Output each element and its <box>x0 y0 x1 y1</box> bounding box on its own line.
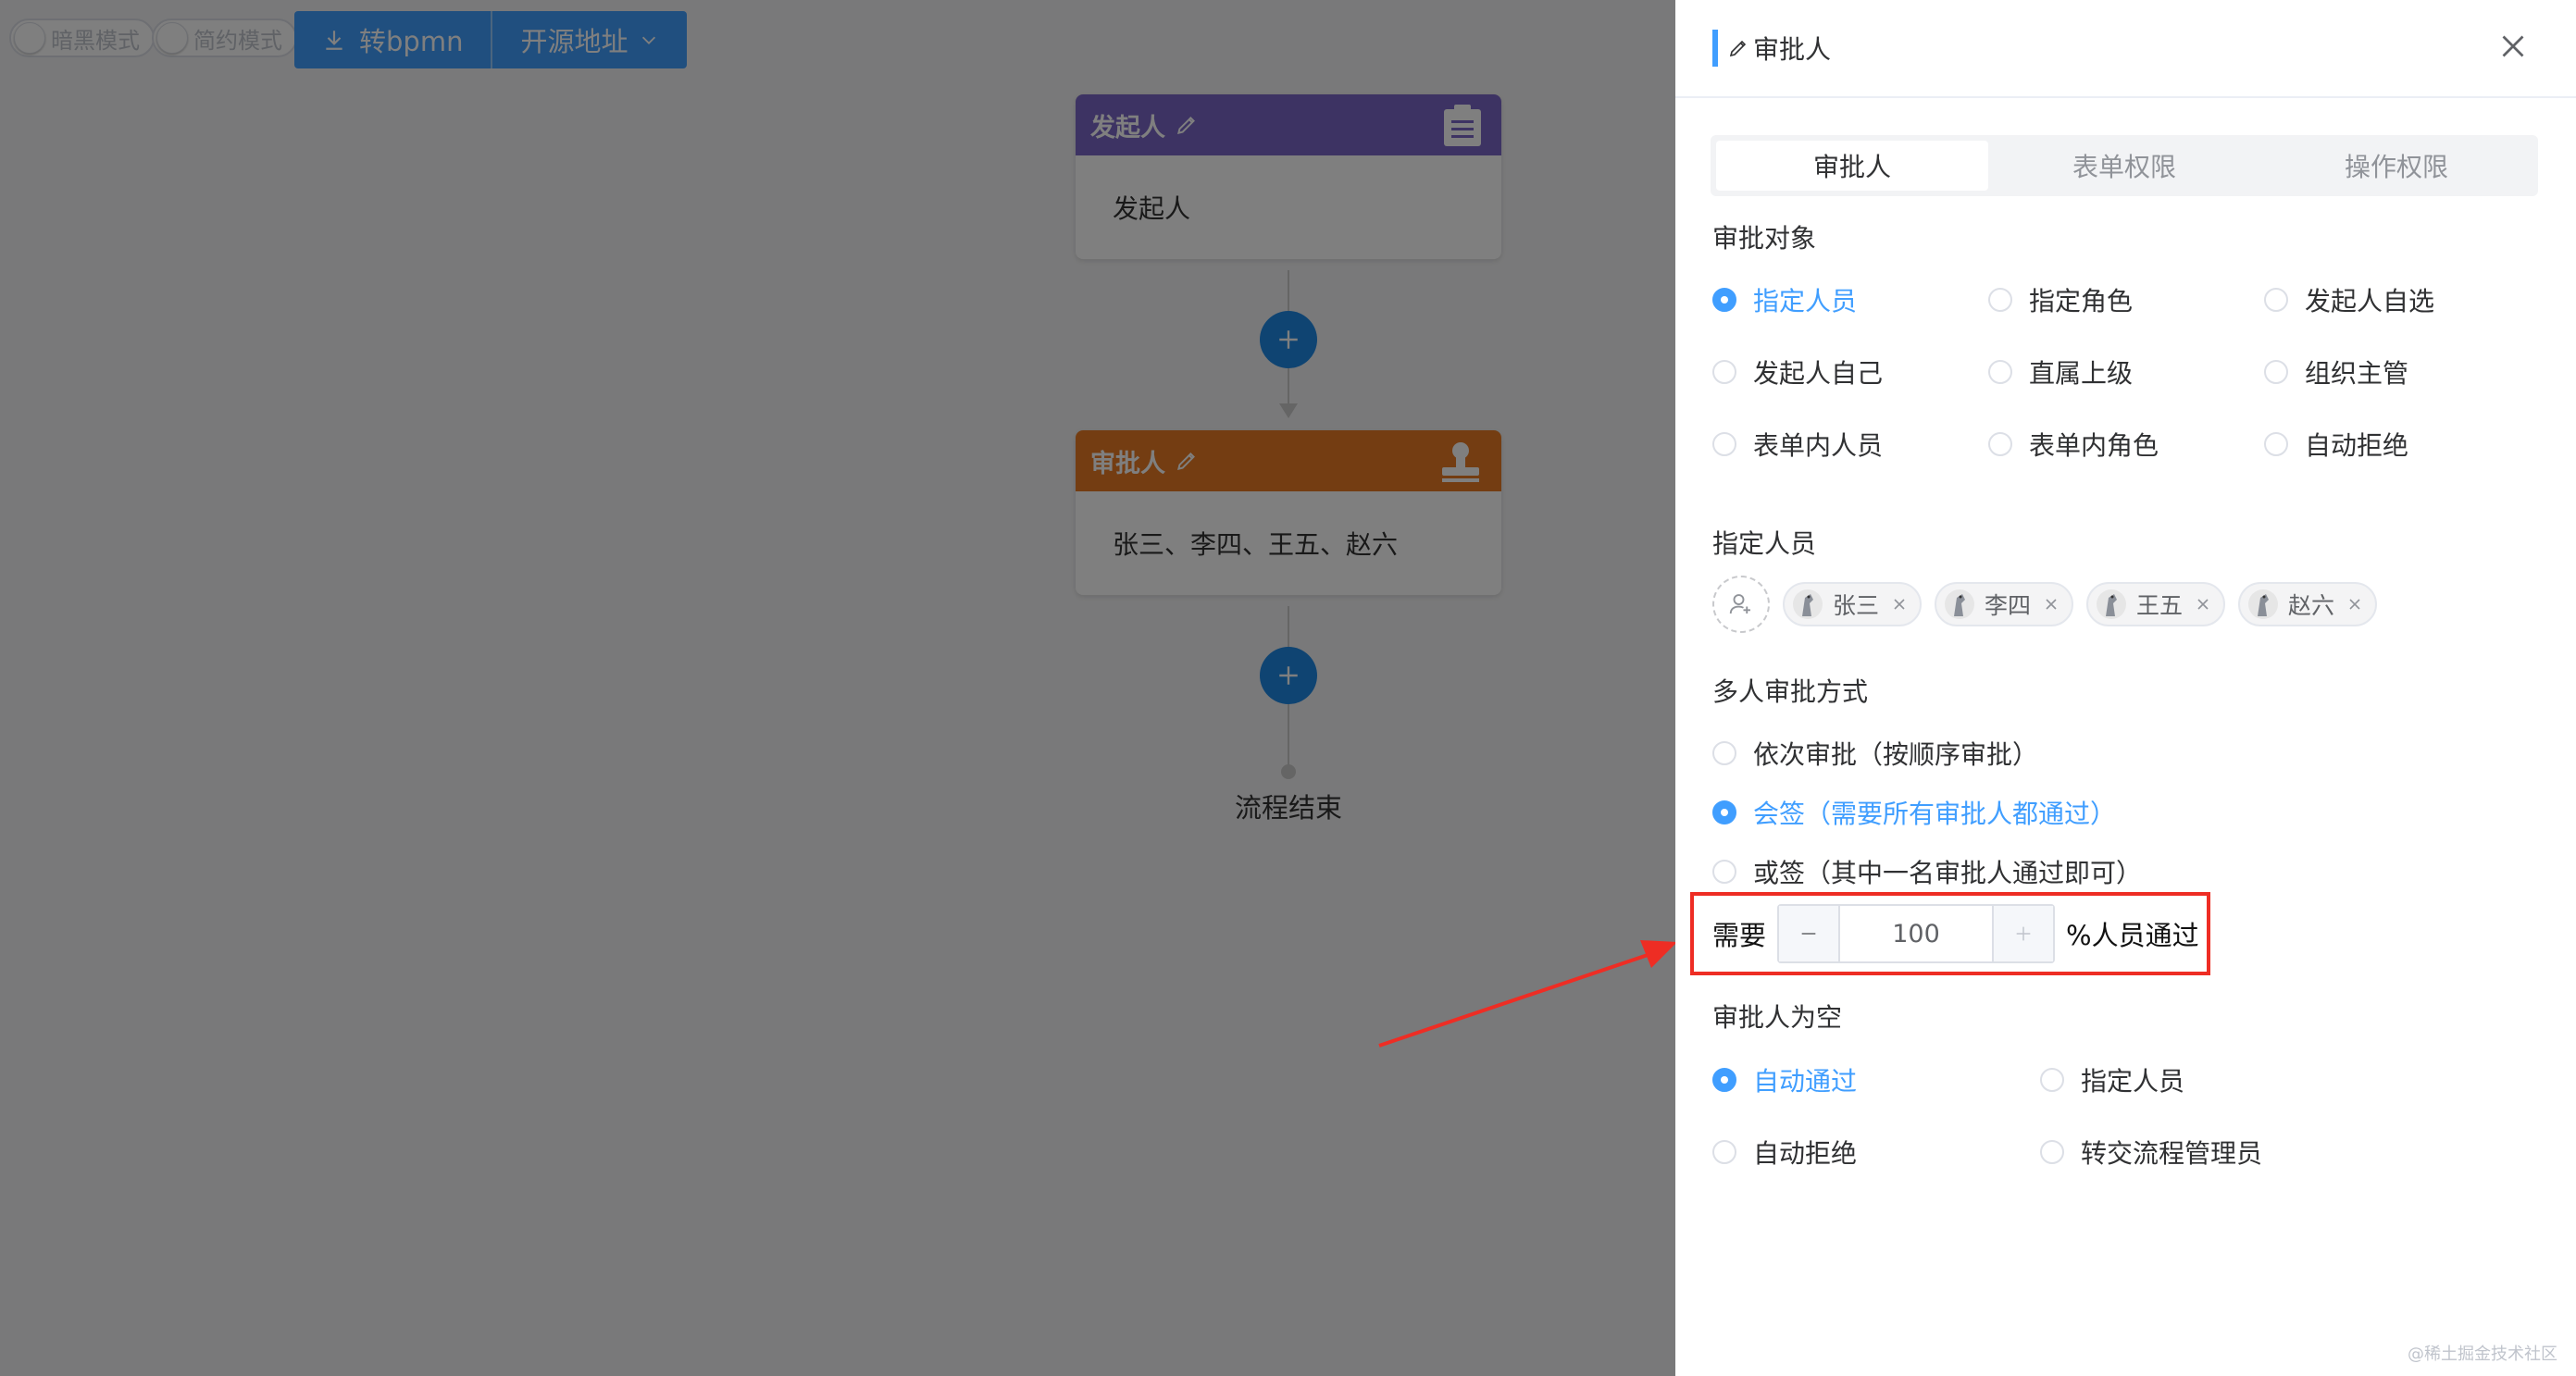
radio-circle <box>1712 741 1736 765</box>
radio-circle <box>1988 360 2012 384</box>
drawer-title: 审批人 <box>1712 30 1831 67</box>
remove-icon[interactable] <box>1892 597 1907 612</box>
radio-label: 直属上级 <box>2029 358 2134 389</box>
person-tag: 张三 <box>1783 582 1923 626</box>
avatar <box>1793 589 1823 619</box>
pass-percent-row: 需要 100 %人员通过 <box>1712 902 2199 965</box>
radio-circle <box>1712 360 1736 384</box>
add-user-icon <box>1729 594 1750 614</box>
person-name: 李四 <box>1985 592 2032 619</box>
radio-circle <box>2040 1068 2064 1092</box>
radio-circle <box>1712 1068 1736 1092</box>
radio-circle <box>1988 288 2012 312</box>
radio-empty-auto-reject[interactable]: 自动拒绝 <box>1712 1116 2040 1188</box>
assigned-people-list: 张三 李四 王五 赵六 <box>1712 576 2390 633</box>
radio-specified-role[interactable]: 指定角色 <box>1988 264 2264 336</box>
edit-icon[interactable] <box>1727 37 1749 59</box>
radio-label: 转交流程管理员 <box>2081 1138 2263 1169</box>
drawer-header: 审批人 <box>1675 0 2576 98</box>
radio-auto-pass[interactable]: 自动通过 <box>1712 1044 2040 1116</box>
avatar <box>2248 589 2279 619</box>
radio-circle <box>2264 360 2288 384</box>
radio-label: 指定人员 <box>1753 286 1858 316</box>
tab-form-permissions[interactable]: 表单权限 <box>1988 141 2260 191</box>
percent-stepper: 100 <box>1777 904 2056 963</box>
radio-initiator-select[interactable]: 发起人自选 <box>2264 264 2540 336</box>
radio-auto-reject[interactable]: 自动拒绝 <box>2264 408 2540 480</box>
radio-label: 或签（其中一名审批人通过即可） <box>1753 858 2143 888</box>
radio-circle <box>1712 432 1736 456</box>
radio-circle <box>2040 1140 2064 1164</box>
title-accent-bar <box>1712 30 1718 67</box>
plus-icon <box>2016 926 2031 941</box>
radio-circle <box>1712 288 1736 312</box>
person-tag: 王五 <box>2086 582 2226 626</box>
minus-icon <box>1801 933 1816 935</box>
radio-circle <box>1712 1140 1736 1164</box>
radio-label: 会签（需要所有审批人都通过） <box>1753 799 2117 829</box>
radio-circle <box>1712 800 1736 824</box>
radio-label: 发起人自选 <box>2305 286 2435 316</box>
radio-label: 依次审批（按顺序审批） <box>1753 739 2039 770</box>
radio-circle <box>2264 432 2288 456</box>
radio-initiator-self[interactable]: 发起人自己 <box>1712 336 1988 408</box>
person-tag: 李四 <box>1935 582 2074 626</box>
avatar <box>2097 589 2127 619</box>
radio-org-manager[interactable]: 组织主管 <box>2264 336 2540 408</box>
add-user-button[interactable] <box>1712 576 1770 633</box>
settings-tabs: 审批人 表单权限 操作权限 <box>1711 135 2538 196</box>
radio-label: 组织主管 <box>2305 358 2409 389</box>
radio-label: 自动通过 <box>1753 1066 1858 1097</box>
multi-mode-label: 多人审批方式 <box>1712 676 1869 707</box>
increase-button[interactable] <box>1992 906 2054 961</box>
assigned-people-label: 指定人员 <box>1712 528 1817 559</box>
approval-target-radio-group: 指定人员 指定角色 发起人自选 发起人自己 直属上级 组织主管 表单内人员 表单… <box>1712 264 2540 480</box>
radio-label: 表单内人员 <box>1753 430 1884 461</box>
approval-target-label: 审批对象 <box>1712 223 1817 254</box>
multi-mode-radio-group: 依次审批（按顺序审批） 会签（需要所有审批人都通过） 或签（其中一名审批人通过即… <box>1712 724 2142 901</box>
person-name: 张三 <box>1833 592 1880 619</box>
avatar <box>1945 589 1975 619</box>
empty-approver-label: 审批人为空 <box>1712 1002 1843 1033</box>
watermark: @稀土掘金技术社区 <box>2408 1345 2557 1364</box>
remove-icon[interactable] <box>2347 597 2362 612</box>
remove-icon[interactable] <box>2196 597 2210 612</box>
radio-circle <box>1988 432 2012 456</box>
radio-form-role[interactable]: 表单内角色 <box>1988 408 2264 480</box>
percent-input[interactable]: 100 <box>1840 906 1992 961</box>
tab-operation-permissions[interactable]: 操作权限 <box>2260 141 2532 191</box>
radio-sequential[interactable]: 依次审批（按顺序审批） <box>1712 724 2142 783</box>
radio-specified-person[interactable]: 指定人员 <box>1712 264 1988 336</box>
drawer-title-text: 审批人 <box>1753 34 1832 65</box>
radio-label: 表单内角色 <box>2029 430 2159 461</box>
radio-label: 指定人员 <box>2081 1066 2185 1097</box>
radio-empty-specified-person[interactable]: 指定人员 <box>2040 1044 2368 1116</box>
radio-direct-supervisor[interactable]: 直属上级 <box>1988 336 2264 408</box>
person-name: 王五 <box>2136 592 2184 619</box>
radio-label: 自动拒绝 <box>1753 1138 1858 1169</box>
remove-icon[interactable] <box>2044 597 2059 612</box>
person-tag: 赵六 <box>2238 582 2378 626</box>
radio-label: 自动拒绝 <box>2305 430 2409 461</box>
annotation-arrow <box>1378 940 1677 1047</box>
tab-approver[interactable]: 审批人 <box>1716 141 1988 191</box>
radio-transfer-admin[interactable]: 转交流程管理员 <box>2040 1116 2368 1188</box>
radio-label: 指定角色 <box>2029 286 2134 316</box>
need-prefix: 需要 <box>1712 920 1767 951</box>
person-name: 赵六 <box>2288 592 2335 619</box>
empty-approver-radio-group: 自动通过 指定人员 自动拒绝 转交流程管理员 <box>1712 1044 2368 1188</box>
radio-circle <box>2264 288 2288 312</box>
radio-form-person[interactable]: 表单内人员 <box>1712 408 1988 480</box>
decrease-button[interactable] <box>1779 906 1841 961</box>
approver-settings-drawer: 审批人 审批人 表单权限 操作权限 审批对象 指定人员 指定角色 发起人自选 发… <box>1675 0 2576 1376</box>
need-suffix: %人员通过 <box>2066 920 2199 951</box>
radio-countersign[interactable]: 会签（需要所有审批人都通过） <box>1712 783 2142 842</box>
radio-circle <box>1712 860 1736 884</box>
close-icon[interactable] <box>2496 30 2530 63</box>
radio-label: 发起人自己 <box>1753 358 1884 389</box>
